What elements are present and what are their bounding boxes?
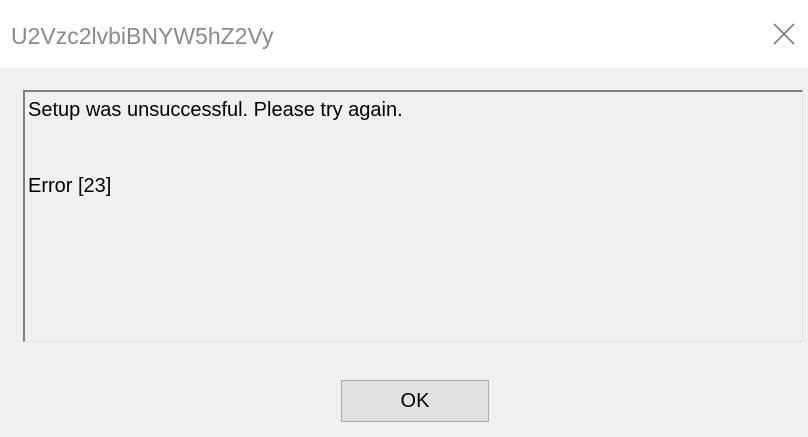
error-message: Setup was unsuccessful. Please try again…: [28, 99, 403, 121]
close-icon: [773, 23, 795, 45]
ok-button[interactable]: OK: [341, 380, 489, 422]
title-bar[interactable]: U2Vzc2lvbiBNYW5hZ2Vy: [0, 0, 808, 68]
message-area: Setup was unsuccessful. Please try again…: [23, 90, 803, 342]
error-dialog: U2Vzc2lvbiBNYW5hZ2Vy Setup was unsuccess…: [0, 0, 808, 437]
window-title: U2Vzc2lvbiBNYW5hZ2Vy: [11, 23, 274, 49]
error-code: Error [23]: [28, 175, 112, 197]
close-button[interactable]: [766, 16, 802, 52]
